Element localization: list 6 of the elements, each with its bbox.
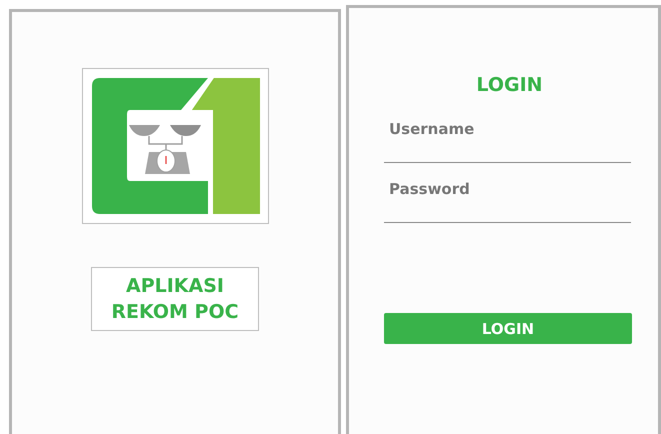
login-button[interactable]: LOGIN xyxy=(384,313,632,344)
username-field[interactable]: Username xyxy=(384,113,631,163)
app-title-label: APLIKASI REKOM POC xyxy=(91,267,259,331)
password-field[interactable]: Password xyxy=(384,173,631,223)
logo-icon xyxy=(82,68,268,224)
login-title: LOGIN xyxy=(475,74,544,96)
